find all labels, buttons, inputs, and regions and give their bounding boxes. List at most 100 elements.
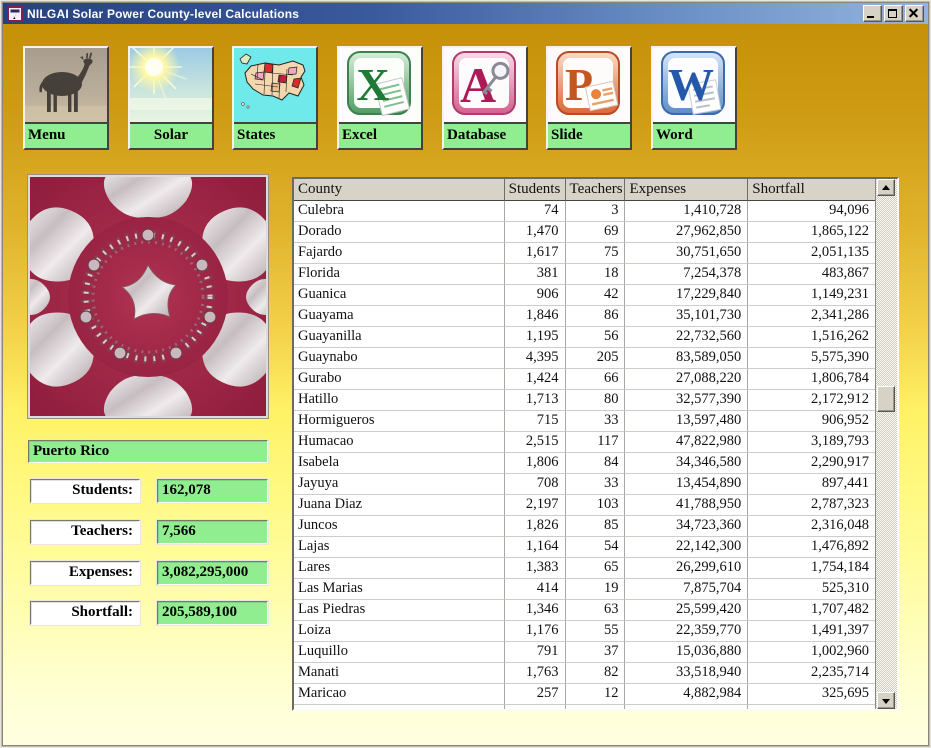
teachers-value[interactable]: 7,566 [157,520,268,544]
table-cell[interactable]: Guayama [294,306,505,327]
table-cell[interactable]: 66 [565,369,626,390]
table-cell[interactable]: Guayanilla [294,327,505,348]
maximize-button[interactable] [884,5,903,22]
table-cell[interactable]: 74 [504,201,566,222]
toolbar-button-word[interactable]: W Word [651,46,737,150]
table-cell[interactable]: 17,229,840 [625,285,749,306]
table-cell[interactable]: 34,346,580 [625,453,749,474]
table-cell[interactable]: 1,491,397 [748,621,876,642]
scroll-down-button[interactable] [877,692,896,709]
table-cell[interactable]: 54 [565,537,626,558]
table-cell[interactable]: 34,723,360 [625,516,749,537]
table-row[interactable]: Dorado 1,470 69 27,962,850 1,865,122 [294,222,876,243]
table-cell[interactable]: 84 [565,453,626,474]
close-button[interactable] [905,5,924,22]
table-cell[interactable]: 4,395 [504,348,566,369]
county-table[interactable]: County Students Teachers Expenses Shortf… [292,177,899,711]
table-cell[interactable]: 37 [565,642,626,663]
table-cell[interactable]: 18 [565,264,626,285]
table-cell[interactable]: 19 [565,579,626,600]
table-row[interactable]: Hatillo 1,713 80 32,577,390 2,172,912 [294,390,876,411]
table-cell[interactable]: 7,875,704 [625,579,749,600]
table-row[interactable]: Manati 1,763 82 33,518,940 2,235,714 [294,663,876,684]
table-cell[interactable]: 1,164 [504,537,566,558]
column-header-teachers[interactable]: Teachers [565,179,626,201]
table-cell[interactable]: 897,441 [748,474,876,495]
table-row[interactable]: Isabela 1,806 84 34,346,580 2,290,917 [294,453,876,474]
table-cell[interactable]: 2,172,912 [748,390,876,411]
table-cell[interactable]: 1,476,892 [748,537,876,558]
table-cell[interactable]: 22,142,300 [625,537,749,558]
table-cell[interactable]: Fajardo [294,243,505,264]
table-cell[interactable]: 1,002,960 [748,642,876,663]
minimize-button[interactable] [863,5,882,22]
table-cell[interactable]: 1,707,482 [748,600,876,621]
table-cell[interactable]: Manati [294,663,505,684]
table-cell[interactable]: 791 [504,642,566,663]
table-cell[interactable]: 205 [565,348,626,369]
table-row[interactable]: Jayuya 708 33 13,454,890 897,441 [294,474,876,495]
table-cell[interactable]: Humacao [294,432,505,453]
table-cell[interactable]: 35,101,730 [625,306,749,327]
table-cell[interactable]: Florida [294,264,505,285]
table-cell[interactable]: 906,952 [748,411,876,432]
table-row[interactable]: Fajardo 1,617 75 30,751,650 2,051,135 [294,243,876,264]
table-cell[interactable]: Las Piedras [294,600,505,621]
table-cell[interactable]: Guaynabo [294,348,505,369]
table-cell[interactable]: 27,088,220 [625,369,749,390]
table-cell[interactable]: 325,695 [748,684,876,705]
table-cell[interactable]: Hormigueros [294,411,505,432]
table-cell[interactable]: 13,454,890 [625,474,749,495]
table-cell[interactable]: 5,575,390 [748,348,876,369]
table-row[interactable]: Humacao 2,515 117 47,822,980 3,189,793 [294,432,876,453]
toolbar-button-solar[interactable]: Solar [128,46,214,150]
table-cell[interactable]: 103 [565,495,626,516]
table-cell[interactable]: 2,787,323 [748,495,876,516]
table-cell[interactable]: 414 [504,579,566,600]
scrollbar-thumb[interactable] [877,386,896,412]
toolbar-button-menu[interactable]: Menu [23,46,109,150]
table-cell[interactable]: 1,806,784 [748,369,876,390]
titlebar[interactable]: NILGAI Solar Power County-level Calculat… [3,3,928,24]
table-cell[interactable]: 2,197 [504,495,566,516]
table-cell[interactable]: Luquillo [294,642,505,663]
table-cell[interactable]: 7,254,378 [625,264,749,285]
table-cell[interactable]: Gurabo [294,369,505,390]
toolbar-button-slide[interactable]: P Slide [546,46,632,150]
table-cell[interactable]: 117 [565,432,626,453]
table-cell[interactable]: 1,176 [504,621,566,642]
table-cell[interactable]: 75 [565,243,626,264]
column-header-shortfall[interactable]: Shortfall [748,179,876,201]
table-cell[interactable]: Maricao [294,684,505,705]
toolbar-button-database[interactable]: A Database [442,46,528,150]
toolbar-button-states[interactable]: States [232,46,318,150]
table-cell[interactable]: Culebra [294,201,505,222]
table-cell[interactable]: 13,597,480 [625,411,749,432]
table-cell[interactable]: Lares [294,558,505,579]
table-cell[interactable]: 2,316,048 [748,516,876,537]
table-cell[interactable]: 2,235,714 [748,663,876,684]
column-header-county[interactable]: County [294,179,505,201]
table-cell[interactable]: 2,341,286 [748,306,876,327]
table-cell[interactable]: 12 [565,684,626,705]
expenses-value[interactable]: 3,082,295,000 [157,561,268,585]
table-cell[interactable]: 708 [504,474,566,495]
table-cell[interactable]: 1,617 [504,243,566,264]
scroll-up-button[interactable] [877,179,896,196]
table-cell[interactable]: Las Marias [294,579,505,600]
table-cell[interactable]: 1,470 [504,222,566,243]
table-cell[interactable]: 1,713 [504,390,566,411]
table-cell[interactable]: 26,299,610 [625,558,749,579]
table-cell[interactable]: 69 [565,222,626,243]
table-cell[interactable]: 4,882,984 [625,684,749,705]
table-row[interactable]: Lares 1,383 65 26,299,610 1,754,184 [294,558,876,579]
table-row[interactable]: Maricao 257 12 4,882,984 325,695 [294,684,876,705]
table-cell[interactable]: 27,962,850 [625,222,749,243]
table-cell[interactable]: 1,424 [504,369,566,390]
table-cell[interactable]: 82 [565,663,626,684]
table-row[interactable]: Las Piedras 1,346 63 25,599,420 1,707,482 [294,600,876,621]
table-cell[interactable]: 65 [565,558,626,579]
table-cell[interactable]: 1,846 [504,306,566,327]
table-cell[interactable]: Jayuya [294,474,505,495]
table-cell[interactable]: 2,515 [504,432,566,453]
